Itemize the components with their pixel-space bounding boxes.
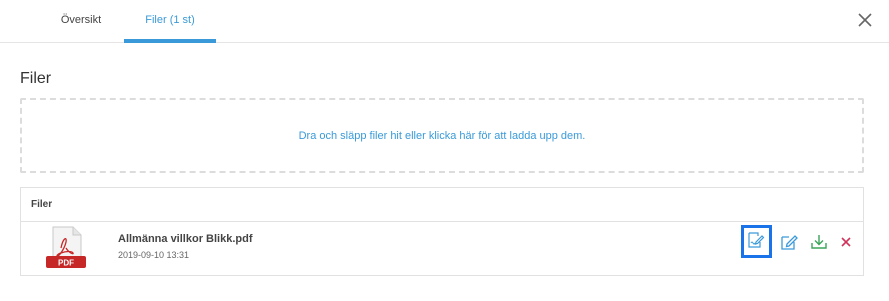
delete-icon[interactable]	[836, 232, 856, 252]
edit-icon[interactable]	[779, 232, 799, 252]
download-icon[interactable]	[809, 232, 829, 252]
files-panel-header: Filer	[21, 188, 863, 222]
file-date: 2019-09-10 13:31	[118, 250, 190, 260]
top-tab-bar: Översikt Filer (1 st)	[0, 0, 889, 43]
sign-document-icon[interactable]	[747, 231, 765, 249]
file-name[interactable]: Allmänna villkor Blikk.pdf	[118, 233, 252, 245]
file-row: PDF Allmänna villkor Blikk.pdf 2019-09-1…	[21, 223, 863, 275]
close-icon[interactable]	[854, 9, 876, 31]
section-title: Filer	[20, 70, 52, 87]
file-dropzone[interactable]: Dra och släpp filer hit eller klicka här…	[20, 98, 864, 173]
dropzone-text: Dra och släpp filer hit eller klicka här…	[298, 129, 586, 142]
pdf-icon-label: PDF	[58, 259, 74, 268]
pdf-file-icon[interactable]: PDF	[45, 226, 89, 270]
files-panel: Filer PDF Allmänna villkor Blikk.pdf 201…	[20, 187, 864, 276]
tab-oversikt[interactable]: Översikt	[55, 0, 107, 43]
tab-filer[interactable]: Filer (1 st)	[124, 0, 216, 43]
